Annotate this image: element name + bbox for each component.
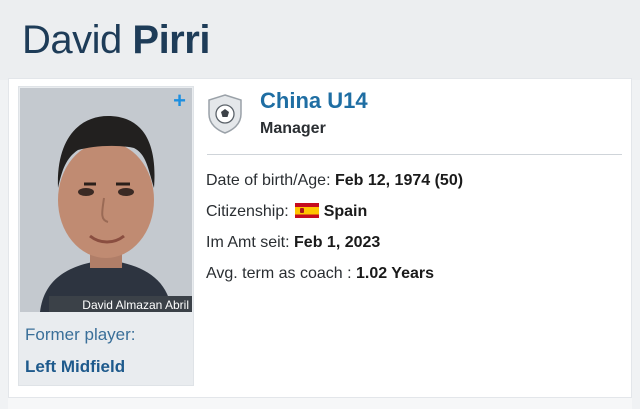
former-position-link[interactable]: Left Midfield xyxy=(25,357,125,377)
photo-column: + David Almazan Abril Former player: Lef… xyxy=(18,86,194,386)
card-footer xyxy=(8,398,632,409)
portrait-image xyxy=(20,88,192,312)
spain-flag-icon xyxy=(294,203,319,218)
former-player-label: Former player: xyxy=(25,325,136,344)
profile-photo[interactable]: + David Almazan Abril xyxy=(20,88,192,312)
appointed-row: Im Amt seit: Feb 1, 2023 xyxy=(206,234,380,252)
term-row: Avg. term as coach : 1.02 Years xyxy=(206,265,434,283)
dob-label: Date of birth/Age: xyxy=(206,172,331,189)
appointed-value: Feb 1, 2023 xyxy=(294,234,381,251)
role-label: Manager xyxy=(260,120,326,137)
citizenship-row: Citizenship: Spain xyxy=(206,203,367,221)
citizenship-label: Citizenship: xyxy=(206,203,289,220)
term-value: 1.02 Years xyxy=(356,265,435,282)
dob-row: Date of birth/Age: Feb 12, 1974 (50) xyxy=(206,172,463,190)
club-name-link[interactable]: China U14 xyxy=(260,88,368,114)
first-name: David xyxy=(22,18,122,62)
football-club-badge-icon[interactable] xyxy=(207,94,243,134)
divider xyxy=(207,154,622,155)
page-title: David Pirri xyxy=(22,14,210,66)
term-label: Avg. term as coach : xyxy=(206,265,352,282)
dob-value: Feb 12, 1974 (50) xyxy=(334,172,464,189)
add-plus-icon[interactable]: + xyxy=(173,90,186,112)
last-name: Pirri xyxy=(132,18,210,62)
photo-caption: David Almazan Abril xyxy=(49,296,192,312)
appointed-label: Im Amt seit: xyxy=(206,234,290,251)
citizenship-value: Spain xyxy=(323,203,368,220)
profile-header: David Pirri xyxy=(0,0,640,80)
